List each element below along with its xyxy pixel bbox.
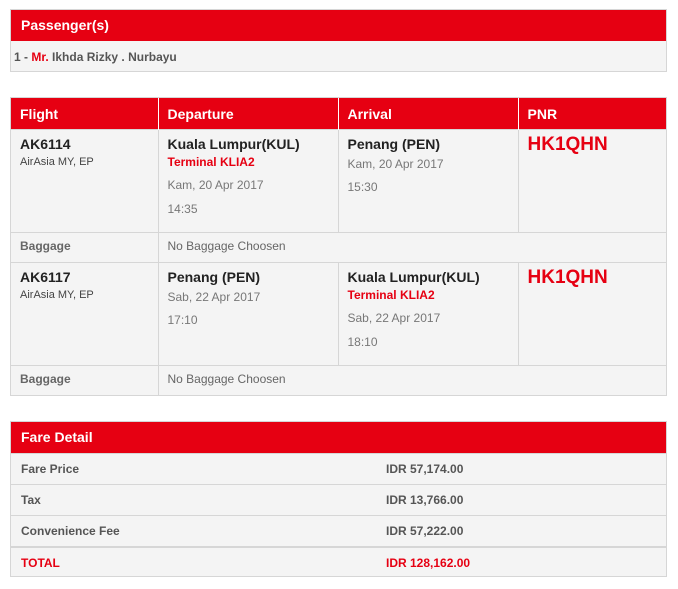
fare-amount: IDR 57,222.00 [386,524,464,538]
pnr-cell: HK1QHN [517,129,666,233]
arrival-city: Penang (PEN) [347,136,441,152]
header-arrival: Arrival [337,98,518,130]
flights-panel: Flight Departure Arrival PNR AK6114 AirA… [10,97,667,396]
arrival-cell: Kuala Lumpur(KUL) Terminal KLIA2 Sab, 22… [337,262,518,366]
fare-row-convenience-fee: Convenience Fee IDR 57,222.00 [11,515,666,546]
departure-time: 14:35 [167,202,198,216]
flight-cell: AK6117 AirAsia MY, EP [11,262,158,366]
passenger-name: Ikhda Rizky . Nurbayu [52,50,177,64]
fare-amount: IDR 57,174.00 [386,462,464,476]
flight-number: AK6114 [20,136,71,152]
fare-label: Tax [21,493,41,507]
fare-detail-panel: Fare Detail Fare Price IDR 57,174.00 Tax… [10,421,667,577]
flight-segment-row: AK6114 AirAsia MY, EP Kuala Lumpur(KUL) … [11,129,666,233]
passenger-index: 1 - [14,50,29,64]
baggage-row: Baggage No Baggage Choosen [11,232,666,263]
fare-amount: IDR 13,766.00 [386,493,464,507]
pnr-code: HK1QHN [527,267,608,288]
arrival-time: 18:10 [347,335,378,349]
departure-city: Penang (PEN) [167,269,261,285]
passenger-row: 1 - Mr. Ikhda Rizky . Nurbayu [14,50,177,64]
departure-cell: Kuala Lumpur(KUL) Terminal KLIA2 Kam, 20… [157,129,338,233]
arrival-date: Sab, 22 Apr 2017 [347,311,441,325]
arrival-cell: Penang (PEN) Kam, 20 Apr 2017 15:30 [337,129,518,233]
departure-city: Kuala Lumpur(KUL) [167,136,300,152]
baggage-label: Baggage [11,365,158,395]
arrival-date: Kam, 20 Apr 2017 [347,157,444,171]
arrival-city: Kuala Lumpur(KUL) [347,269,480,285]
departure-date: Kam, 20 Apr 2017 [167,178,264,192]
fare-row-total: TOTAL IDR 128,162.00 [11,546,666,577]
flight-segment-row: AK6117 AirAsia MY, EP Penang (PEN) Sab, … [11,262,666,366]
flight-number: AK6117 [20,269,71,285]
flight-cell: AK6114 AirAsia MY, EP [11,129,158,233]
flights-header-row: Flight Departure Arrival PNR [11,98,666,130]
fare-detail-header: Fare Detail [11,422,666,453]
fare-label: Convenience Fee [21,524,120,538]
baggage-value: No Baggage Choosen [157,365,666,395]
departure-cell: Penang (PEN) Sab, 22 Apr 2017 17:10 [157,262,338,366]
fare-label: Fare Price [21,462,80,476]
passengers-panel: Passenger(s) 1 - Mr. Ikhda Rizky . Nurba… [10,9,667,72]
total-amount: IDR 128,162.00 [386,556,471,570]
baggage-value: No Baggage Choosen [157,232,666,263]
header-pnr: PNR [517,98,666,130]
departure-time: 17:10 [167,313,198,327]
fare-row-fare-price: Fare Price IDR 57,174.00 [11,453,666,484]
arrival-time: 15:30 [347,180,378,194]
pnr-cell: HK1QHN [517,262,666,366]
passenger-title: Mr. [31,50,49,64]
departure-terminal: Terminal KLIA2 [167,155,255,169]
arrival-terminal: Terminal KLIA2 [347,288,435,302]
airline-name: AirAsia MY, EP [20,156,94,168]
header-flight: Flight [11,98,158,130]
flights-table: Flight Departure Arrival PNR AK6114 AirA… [11,98,666,395]
departure-date: Sab, 22 Apr 2017 [167,290,261,304]
header-departure: Departure [157,98,338,130]
fare-row-tax: Tax IDR 13,766.00 [11,484,666,515]
passengers-header: Passenger(s) [11,10,666,41]
total-label: TOTAL [21,556,60,570]
pnr-code: HK1QHN [527,134,608,155]
baggage-label: Baggage [11,232,158,263]
baggage-row: Baggage No Baggage Choosen [11,365,666,395]
airline-name: AirAsia MY, EP [20,289,94,301]
